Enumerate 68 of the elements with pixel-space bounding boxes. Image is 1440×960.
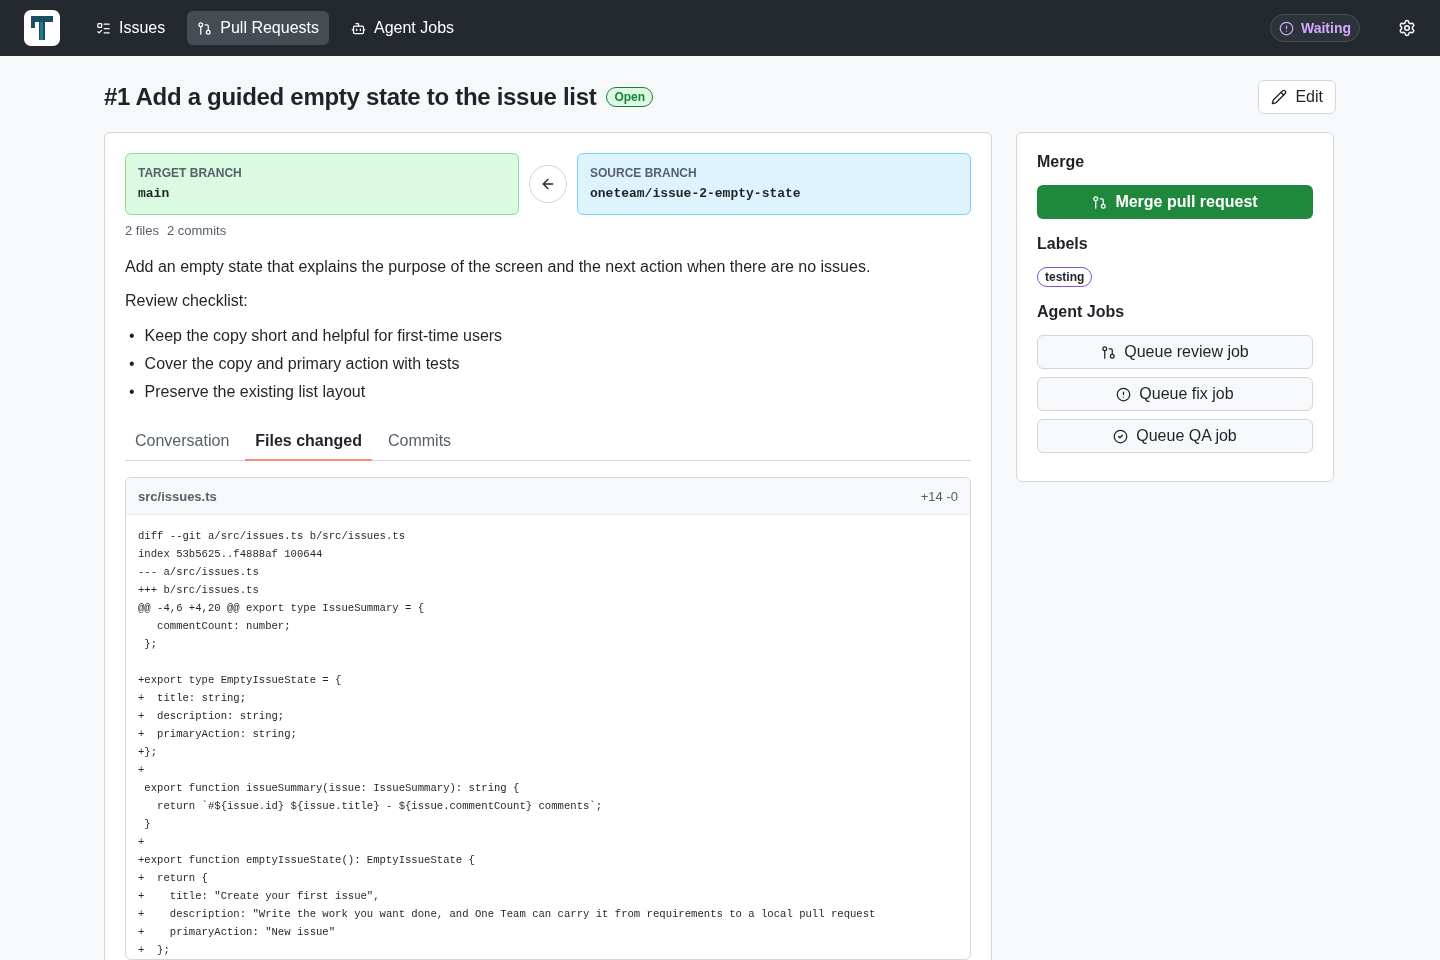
logo-icon[interactable] — [24, 10, 60, 46]
bullet-marker: • — [129, 326, 135, 346]
code-line: + description: "Write the work you want done, and One Team can carry it from requirements to a local pull request — [138, 907, 877, 922]
branch-label: TARGET BRANCH — [138, 166, 243, 180]
code-line: + title: string; — [138, 691, 248, 706]
code-line: +export type EmptyIssueState = { — [138, 673, 343, 688]
code-line: + — [138, 763, 146, 778]
code-line: return `#${issue.id} ${issue.title} - ${issue.commentCount} comments`; — [156, 799, 604, 814]
description-text: Add an empty state that explains the purpose of the screen and the next action when there are no issues. — [125, 258, 872, 276]
section-heading: Merge — [1037, 153, 1086, 171]
branch-name: main — [138, 186, 171, 201]
tab[interactable]: Commits — [378, 424, 462, 461]
code-line: + title: "Create your first issue", — [138, 889, 381, 904]
pull-request-icon — [197, 20, 213, 36]
tab[interactable]: Conversation — [125, 424, 240, 461]
checklist-item: Cover the copy and primary action with tests — [144, 354, 460, 374]
file-path: src/issues.ts — [138, 488, 217, 504]
pull-request-title: #1 Add a guided empty state to the issue list — [104, 83, 597, 111]
code-line: }; — [143, 637, 159, 652]
check-circle-icon — [1113, 428, 1129, 444]
code-line: + primaryAction: string; — [138, 727, 298, 742]
code-line: + }; — [138, 943, 171, 958]
bullet-marker: • — [129, 382, 135, 402]
alert-icon — [1116, 386, 1132, 402]
checklist-item: Keep the copy short and helpful for first-time users — [144, 326, 503, 346]
code-line: + — [138, 835, 146, 850]
branch-label: SOURCE BRANCH — [590, 166, 698, 180]
bullet-marker: • — [129, 354, 135, 374]
code-line: @@ -4,6 +4,20 @@ export type IssueSummary = { — [138, 601, 426, 616]
nav-tab[interactable]: Agent Jobs — [340, 11, 465, 45]
code-line: --- a/src/issues.ts — [138, 565, 260, 580]
status-badge: Open — [606, 87, 654, 107]
checklist-icon — [96, 20, 111, 36]
section-heading: Labels — [1037, 235, 1089, 253]
section-heading: Agent Jobs — [1037, 303, 1126, 321]
queue-job-button[interactable]: Queue fix job — [1037, 377, 1313, 411]
stat-text: 2 files — [125, 223, 159, 238]
checklist-item: Preserve the existing list layout — [144, 382, 366, 402]
pull-request-icon — [1101, 344, 1117, 360]
diff-stat: +14 -0 — [920, 488, 958, 504]
code-line: } — [143, 817, 152, 832]
code-line: diff --git a/src/issues.ts b/src/issues.ts — [138, 529, 406, 544]
code-line: + return { — [138, 871, 209, 886]
code-line: + description: string; — [138, 709, 286, 724]
status-badge: Waiting — [1269, 14, 1360, 42]
nav-tab[interactable]: Issues — [86, 11, 176, 45]
tab[interactable]: Files changed — [245, 424, 372, 461]
stat-text: 2 commits — [166, 223, 227, 238]
checklist-heading: Review checklist: — [125, 292, 249, 310]
queue-job-button[interactable]: Queue QA job — [1037, 419, 1313, 453]
code-line: +++ b/src/issues.ts — [138, 583, 260, 598]
branch-name: oneteam/issue-2-empty-state — [590, 186, 802, 201]
code-line: commentCount: number; — [156, 619, 292, 634]
settings-icon[interactable] — [1398, 19, 1416, 37]
pull-request-icon — [1092, 194, 1108, 210]
robot-icon — [350, 20, 366, 36]
edit-button[interactable]: Edit — [1258, 80, 1336, 114]
code-line: +}; — [138, 745, 159, 760]
pencil-icon — [1271, 89, 1288, 105]
code-line: export function issueSummary(issue: IssueSummary): string { — [143, 781, 521, 796]
alert-icon — [1278, 20, 1294, 36]
merge-button[interactable]: Merge pull request — [1037, 185, 1313, 219]
code-line: index 53b5625..f4888af 100644 — [138, 547, 324, 562]
code-line: + primaryAction: "New issue" — [138, 925, 337, 940]
arrow-button[interactable] — [529, 165, 567, 203]
nav-tab[interactable]: Pull Requests — [187, 11, 329, 45]
code-line: +export function emptyIssueState(): EmptyIssueState { — [138, 853, 476, 868]
queue-job-button[interactable]: Queue review job — [1037, 335, 1313, 369]
